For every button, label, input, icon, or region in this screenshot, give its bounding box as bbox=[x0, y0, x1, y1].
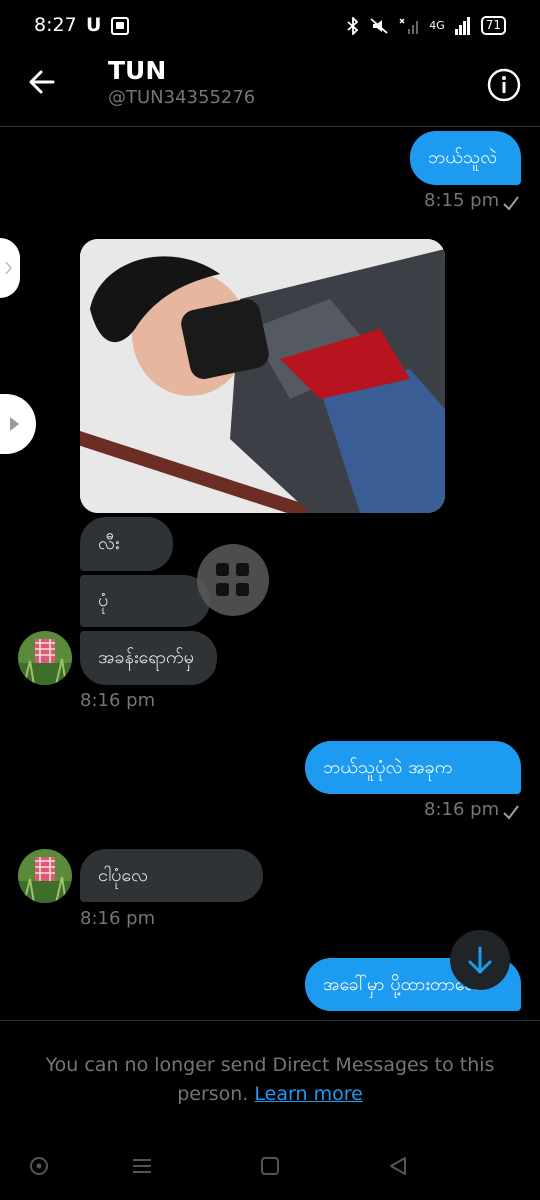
bluetooth-icon bbox=[347, 16, 359, 35]
conversation-header: TUN @TUN34355276 bbox=[0, 52, 540, 127]
square-icon[interactable] bbox=[258, 1154, 282, 1178]
dm-disabled-notice: You can no longer send Direct Messages t… bbox=[20, 1051, 520, 1109]
checkmark-icon bbox=[503, 196, 519, 211]
edge-panel-toggle[interactable] bbox=[0, 394, 36, 454]
avatar[interactable] bbox=[18, 849, 72, 903]
back-arrow-icon bbox=[29, 70, 55, 94]
scroll-to-bottom-button[interactable] bbox=[450, 930, 510, 990]
mute-icon bbox=[370, 17, 388, 34]
notification-app-icon bbox=[111, 17, 129, 35]
network-type: 4G bbox=[429, 19, 445, 32]
received-message-bubble[interactable]: ငါပုံလေ bbox=[80, 849, 263, 902]
message-timestamp: 8:15 pm bbox=[424, 190, 500, 211]
received-photo[interactable] bbox=[80, 239, 445, 513]
play-icon bbox=[10, 417, 19, 431]
sent-message-bubble[interactable]: ဘယ်သူလဲ bbox=[410, 131, 521, 185]
info-button[interactable] bbox=[487, 68, 521, 102]
triangle-back-icon[interactable] bbox=[386, 1154, 410, 1178]
grid-icon bbox=[216, 563, 229, 576]
avatar-image bbox=[18, 631, 72, 685]
received-message-bubble[interactable]: လီး bbox=[80, 517, 173, 571]
status-time: 8:27 bbox=[34, 14, 77, 36]
grid-icon bbox=[236, 583, 249, 596]
photo-image bbox=[80, 239, 445, 513]
message-text: ပုံ bbox=[98, 590, 109, 611]
signal-x-icon bbox=[399, 17, 419, 34]
received-message-bubble[interactable]: ပုံ bbox=[80, 575, 210, 627]
contact-name[interactable]: TUN bbox=[108, 56, 166, 85]
home-circle-icon[interactable] bbox=[27, 1154, 51, 1178]
battery-indicator: 71 bbox=[480, 16, 506, 35]
avatar[interactable] bbox=[18, 631, 72, 685]
message-text: ငါပုံလေ bbox=[98, 864, 149, 886]
status-bar: 8:27 U 4G 71 bbox=[0, 0, 540, 52]
menu-lines-icon[interactable] bbox=[130, 1154, 154, 1178]
sent-message-bubble[interactable]: ဘယ်သူပုံလဲ အခုက bbox=[305, 741, 521, 794]
message-text: ဘယ်သူလဲ bbox=[428, 147, 498, 168]
message-text: လီး bbox=[98, 533, 120, 554]
grid-icon bbox=[236, 563, 249, 576]
status-icons: 4G 71 bbox=[347, 16, 506, 35]
message-timestamp: 8:16 pm bbox=[80, 690, 156, 711]
grid-icon bbox=[216, 583, 229, 596]
info-icon bbox=[487, 68, 521, 102]
received-message-bubble[interactable]: အခန်းရောက်မှ bbox=[80, 631, 217, 685]
checkmark-icon bbox=[503, 805, 519, 820]
message-timestamp: 8:16 pm bbox=[424, 799, 500, 820]
back-button[interactable] bbox=[26, 66, 58, 98]
message-text: အခန်းရောက်မှ bbox=[98, 647, 194, 668]
floating-menu-button[interactable] bbox=[197, 544, 269, 616]
message-text: ဘယ်သူပုံလဲ အခုက bbox=[323, 756, 453, 778]
status-u-indicator: U bbox=[86, 14, 102, 36]
message-timestamp: 8:16 pm bbox=[80, 908, 156, 929]
avatar-image bbox=[18, 849, 72, 903]
system-nav-bar bbox=[0, 1140, 540, 1200]
dm-disabled-footer: You can no longer send Direct Messages t… bbox=[0, 1020, 540, 1141]
arrow-down-icon bbox=[468, 946, 492, 974]
contact-handle[interactable]: @TUN34355276 bbox=[108, 87, 255, 108]
signal-icon bbox=[454, 16, 470, 35]
edge-panel-handle[interactable] bbox=[0, 238, 20, 298]
chevron-right-icon bbox=[5, 261, 12, 275]
learn-more-link[interactable]: Learn more bbox=[254, 1083, 362, 1105]
